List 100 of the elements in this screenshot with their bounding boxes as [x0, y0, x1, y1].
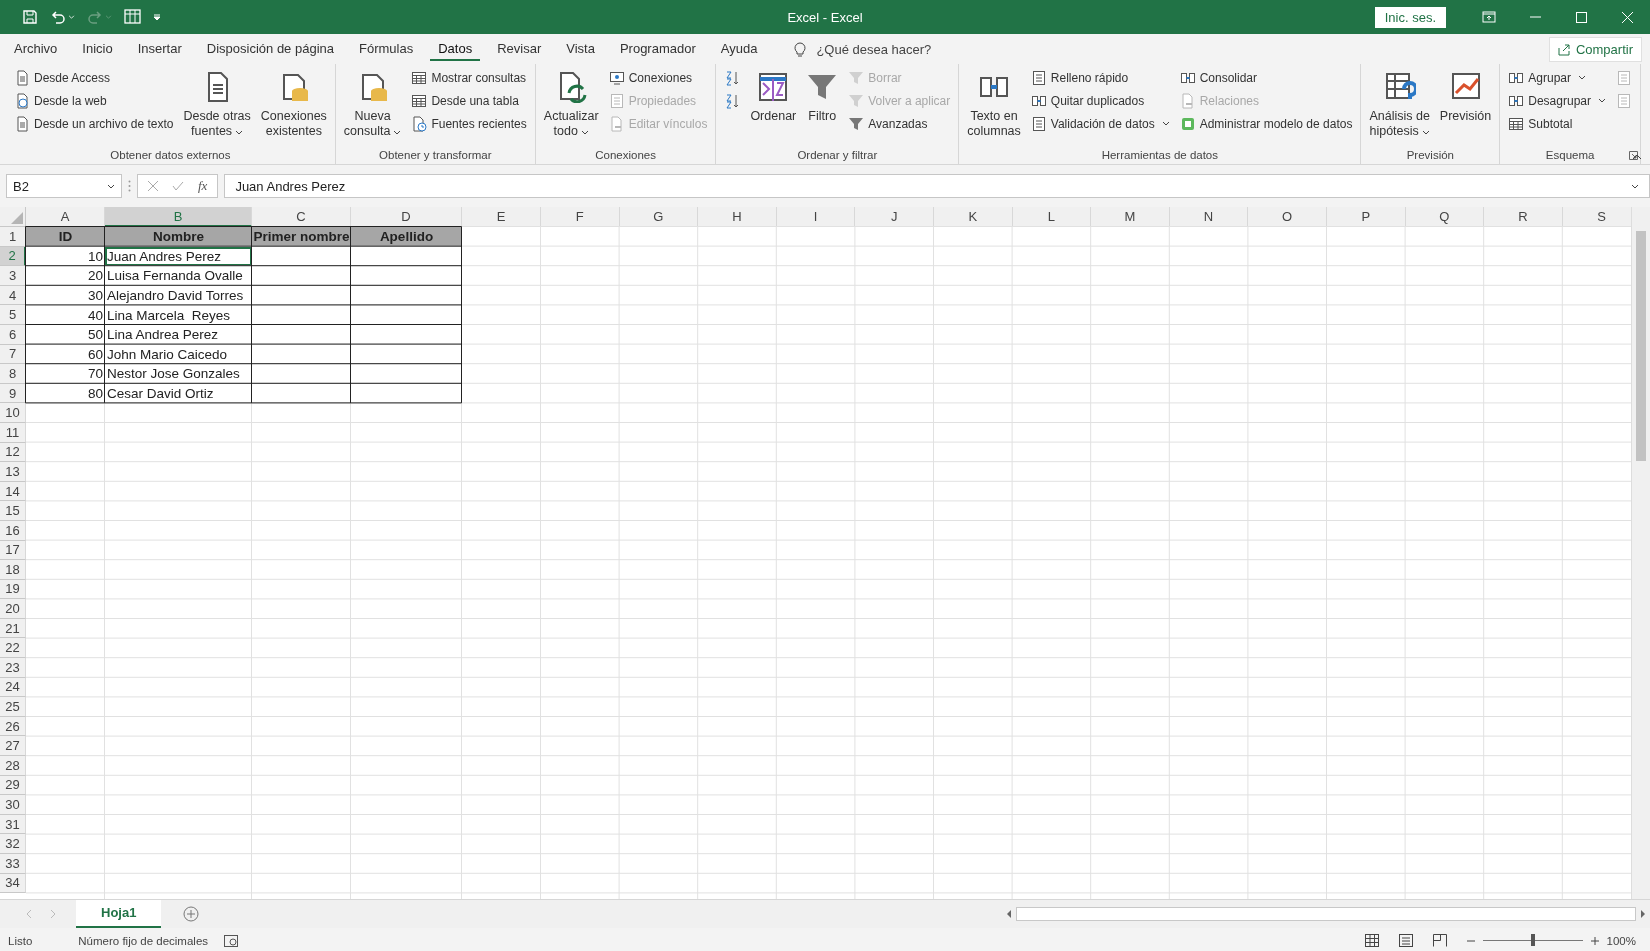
table-cell[interactable]: Lina Marcela Reyes — [105, 305, 252, 325]
row-header[interactable]: 11 — [0, 422, 26, 443]
scroll-right-icon[interactable] — [50, 910, 56, 918]
table-cell[interactable]: Alejandro David Torres — [105, 285, 252, 306]
ribbon-tab[interactable]: Inicio — [74, 37, 121, 61]
row-header[interactable]: 4 — [0, 285, 26, 306]
row-header[interactable]: 22 — [0, 638, 26, 659]
column-header[interactable]: O — [1248, 207, 1327, 227]
row-header[interactable]: 26 — [0, 716, 26, 737]
ribbon-button[interactable]: Desde una tabla — [409, 90, 529, 111]
row-header[interactable]: 30 — [0, 795, 26, 815]
column-header[interactable]: R — [1484, 207, 1563, 227]
row-header[interactable]: 1 — [0, 227, 26, 247]
table-cell[interactable]: 70 — [26, 364, 105, 384]
row-header[interactable]: 6 — [0, 324, 26, 345]
page-layout-icon[interactable] — [1398, 934, 1413, 947]
vertical-scrollbar[interactable] — [1631, 207, 1650, 899]
ribbon-tab[interactable]: Datos — [430, 37, 481, 61]
column-header[interactable]: D — [351, 207, 462, 227]
ribbon-tab[interactable]: Revisar — [489, 37, 550, 61]
row-header[interactable]: 2 — [0, 246, 26, 267]
ribbon-button[interactable]: Filtro — [804, 67, 841, 149]
ribbon-tab[interactable]: Disposición de página — [198, 37, 342, 61]
row-header[interactable]: 28 — [0, 756, 26, 776]
ribbon-tab[interactable]: Vista — [558, 37, 603, 61]
column-header[interactable]: G — [619, 207, 699, 227]
ribbon-button[interactable]: Avanzadas — [846, 113, 953, 134]
column-header[interactable]: S — [1562, 207, 1631, 227]
ribbon-button[interactable]: Análisis de hipótesis — [1367, 67, 1432, 149]
ribbon-button[interactable]: Conexiones — [606, 67, 710, 88]
row-header[interactable]: 21 — [0, 618, 26, 639]
table-cell[interactable]: 10 — [26, 246, 105, 267]
ribbon-button[interactable]: Agrupar — [1506, 67, 1608, 88]
table-cell[interactable]: 80 — [26, 383, 105, 404]
column-header[interactable]: H — [698, 207, 777, 227]
row-header[interactable]: 33 — [0, 854, 26, 874]
scroll-left-icon[interactable] — [26, 910, 32, 918]
ribbon-button[interactable]: Texto en columnas — [965, 67, 1023, 149]
row-header[interactable]: 10 — [0, 403, 26, 423]
customize-button[interactable] — [151, 12, 163, 22]
row-header[interactable]: 14 — [0, 481, 26, 502]
dialog-launcher-icon[interactable] — [1629, 151, 1638, 160]
table-cell[interactable]: Cesar David Ortiz — [105, 383, 252, 404]
row-header[interactable]: 32 — [0, 834, 26, 854]
ribbon-tab[interactable]: Programador — [611, 37, 704, 61]
table-cell[interactable]: Juan Andres Perez — [105, 246, 252, 267]
row-header[interactable]: 16 — [0, 520, 26, 541]
row-header[interactable]: 9 — [0, 383, 26, 404]
ribbon-tab[interactable]: Insertar — [129, 37, 190, 61]
macro-record-icon[interactable] — [224, 934, 239, 947]
zoom-in-icon[interactable] — [1590, 936, 1599, 945]
row-header[interactable]: 24 — [0, 677, 26, 698]
row-header[interactable]: 5 — [0, 305, 26, 325]
column-header[interactable]: L — [1012, 207, 1092, 227]
column-header[interactable]: F — [541, 207, 620, 227]
ribbon-button[interactable]: Actualizar todo — [541, 67, 601, 149]
row-header[interactable]: 17 — [0, 540, 26, 561]
add-sheet-icon[interactable] — [183, 906, 200, 922]
ribbon-button[interactable]: Consolidar — [1177, 67, 1355, 88]
row-header[interactable]: 29 — [0, 775, 26, 796]
ribbon-button[interactable]: Ordenar — [748, 67, 799, 149]
ribbon-button[interactable]: Desde otras fuentes — [181, 67, 253, 149]
ribbon-button[interactable]: Previsión — [1437, 67, 1494, 149]
ribbon-button[interactable]: Relleno rápido — [1028, 67, 1172, 88]
column-header[interactable]: K — [933, 207, 1013, 227]
column-header[interactable]: N — [1169, 207, 1249, 227]
zoom-out-icon[interactable] — [1466, 939, 1475, 942]
column-header[interactable]: B — [105, 207, 252, 227]
table-cell[interactable]: Nestor Jose Gonzales — [105, 364, 252, 384]
zoom-slider[interactable] — [1530, 934, 1535, 946]
ribbon-button[interactable]: Validación de datos — [1028, 113, 1172, 134]
ribbon-button[interactable]: Fuentes recientes — [409, 113, 529, 134]
row-header[interactable]: 25 — [0, 697, 26, 717]
ribbon-button[interactable]: Administrar modelo de datos — [1177, 113, 1355, 134]
row-header[interactable]: 8 — [0, 364, 26, 384]
check-icon[interactable] — [172, 181, 184, 191]
zoom-level[interactable]: 100% — [1606, 934, 1636, 947]
formula-field[interactable]: Juan Andres Perez — [224, 174, 1650, 198]
row-header[interactable]: 3 — [0, 266, 26, 286]
row-header[interactable]: 23 — [0, 658, 26, 678]
row-header[interactable]: 15 — [0, 501, 26, 521]
table-cell[interactable]: John Mario Caicedo — [105, 344, 252, 365]
splitter-icon[interactable] — [128, 180, 131, 192]
column-header[interactable]: A — [26, 207, 105, 227]
column-header[interactable]: E — [462, 207, 541, 227]
column-header[interactable]: M — [1091, 207, 1170, 227]
normal-view-icon[interactable] — [1364, 934, 1379, 947]
table-cell[interactable]: 30 — [26, 285, 105, 306]
row-header[interactable]: 20 — [0, 599, 26, 619]
column-header[interactable]: I — [776, 207, 856, 227]
save-button[interactable] — [20, 7, 40, 27]
ribbon-tab[interactable]: Fórmulas — [351, 37, 422, 61]
cancel-icon[interactable] — [148, 181, 158, 191]
ribbon-button[interactable]: Nueva consulta — [341, 67, 404, 149]
column-header[interactable]: J — [855, 207, 934, 227]
row-header[interactable]: 19 — [0, 579, 26, 600]
ribbon-tab[interactable]: Archivo — [6, 37, 66, 61]
page-break-icon[interactable] — [1432, 934, 1447, 947]
row-header[interactable]: 27 — [0, 736, 26, 757]
column-header[interactable]: P — [1326, 207, 1406, 227]
